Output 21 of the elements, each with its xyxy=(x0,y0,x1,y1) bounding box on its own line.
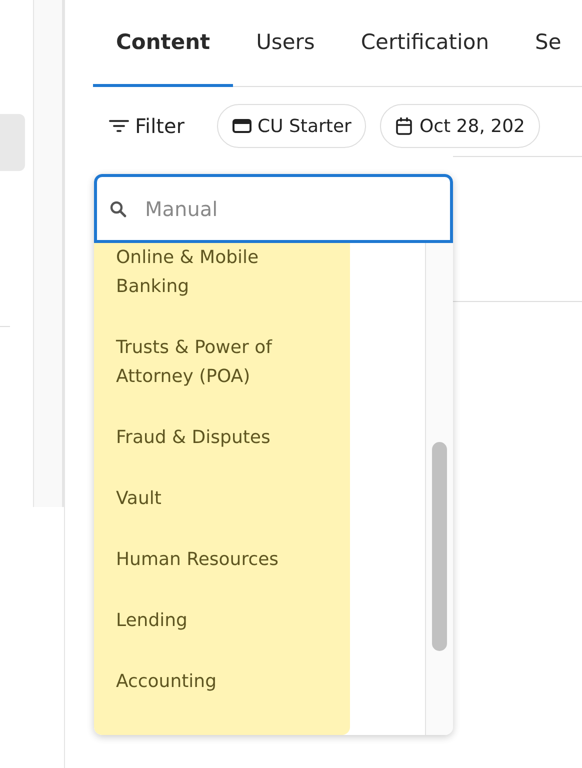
tab[interactable]: Certification xyxy=(338,0,512,87)
tab[interactable]: Content xyxy=(93,0,234,87)
tab[interactable]: Users xyxy=(233,0,338,87)
dropdown-option[interactable]: Fraud & Disputes xyxy=(116,420,328,481)
filter-chip[interactable]: Oct 28, 202 xyxy=(380,104,540,148)
dropdown-option[interactable]: Vault xyxy=(116,481,328,542)
dropdown-option[interactable]: Accounting xyxy=(116,664,328,725)
filter-chip[interactable]: CU Starter xyxy=(216,104,366,148)
filter-icon xyxy=(109,118,129,134)
scrollbar-thumb[interactable] xyxy=(432,442,447,651)
dropdown-option[interactable]: Trusts & Power of Attorney (POA) xyxy=(116,330,328,420)
tab[interactable]: Se xyxy=(512,0,582,87)
filter-button[interactable]: Filter xyxy=(105,114,189,138)
search-field[interactable]: Manual xyxy=(94,174,453,243)
dropdown-option[interactable]: Human Resources xyxy=(116,542,328,603)
search-icon xyxy=(109,200,127,218)
calendar-icon xyxy=(395,116,414,136)
dropdown-option[interactable]: Online & Mobile Banking xyxy=(116,243,328,330)
window-icon xyxy=(232,118,252,134)
scrollbar[interactable] xyxy=(425,243,453,735)
dropdown-option[interactable]: Lending xyxy=(116,603,328,664)
